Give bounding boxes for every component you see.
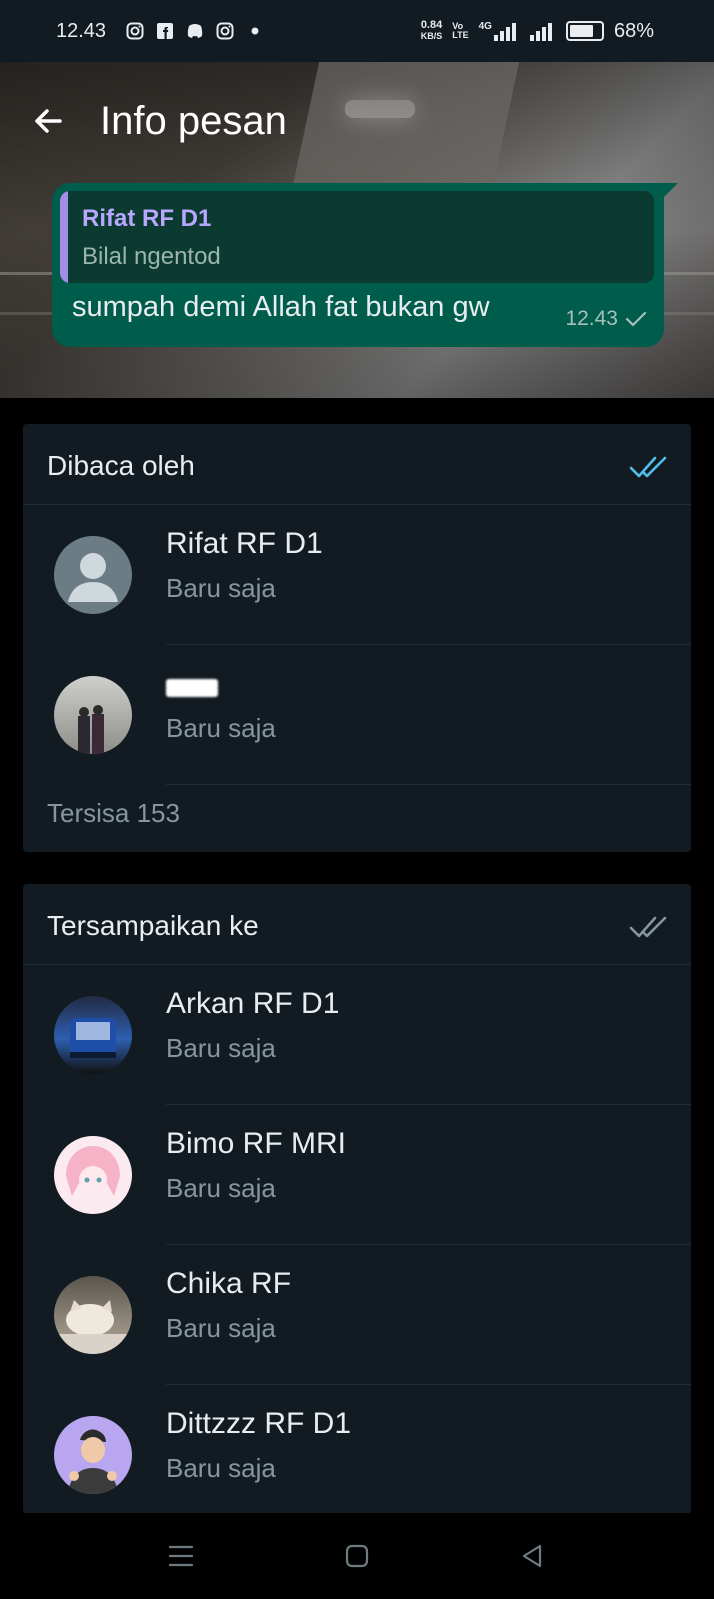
contact-name: Arkan RF D1: [166, 987, 340, 1020]
quoted-message[interactable]: Rifat RF D1 Bilal ngentod: [60, 191, 654, 283]
message-bubble[interactable]: Rifat RF D1 Bilal ngentod sumpah demi Al…: [52, 183, 664, 347]
volte-indicator: Vo LTE: [452, 22, 468, 40]
menu-icon: [168, 1545, 194, 1567]
double-check-blue-icon: [629, 456, 667, 478]
delivered-contact-row[interactable]: Dittzzz RF D1 Baru saja: [23, 1385, 691, 1525]
contact-avatar: [54, 1416, 132, 1494]
redacted-name-mark: [166, 679, 218, 697]
read-by-contact-row[interactable]: Rifat RF D1 Baru saja: [23, 505, 691, 645]
contact-name: Chika RF: [166, 1267, 292, 1300]
delivered-contact-row[interactable]: Chika RF Baru saja: [23, 1245, 691, 1385]
battery-icon: [565, 21, 604, 41]
dot-icon: [251, 27, 259, 35]
delivered-to-title: Tersampaikan ke: [47, 910, 259, 941]
quoted-sender-name: Rifat RF D1: [82, 205, 212, 232]
remaining-count: Tersisa 153: [47, 798, 180, 828]
contact-avatar: [54, 1136, 132, 1214]
signal-bars-icon: [493, 23, 516, 41]
contact-avatar: [54, 676, 132, 754]
menu-button[interactable]: [160, 1535, 202, 1577]
delivered-contact-row[interactable]: Arkan RF D1 Baru saja: [23, 965, 691, 1105]
quote-accent-bar: [60, 191, 68, 283]
message-meta: 12.43: [565, 307, 648, 331]
status-time: 12.43: [56, 19, 107, 42]
contact-name: Bimo RF MRI: [166, 1127, 346, 1160]
net-speed: 0.84 KB/S: [421, 20, 443, 42]
status-bar: 12.43 0.84 KB/S Vo LTE 4G 68%: [0, 0, 714, 62]
signal-4g-icon: 4G: [479, 21, 518, 41]
contact-read-time: Baru saja: [166, 713, 276, 743]
single-check-icon: [625, 311, 647, 327]
instagram-icon: [126, 22, 144, 40]
contact-name: Rifat RF D1: [166, 527, 323, 560]
page-title: Info pesan: [100, 98, 287, 143]
contact-name: [166, 667, 218, 705]
contact-delivered-time: Baru saja: [166, 1033, 276, 1063]
facebook-icon: [157, 23, 174, 39]
volte-bottom: LTE: [452, 30, 469, 40]
message-time: 12.43: [565, 307, 618, 330]
status-right: 0.84 KB/S Vo LTE 4G 68%: [421, 20, 654, 43]
signal-bars-icon: [529, 23, 552, 41]
contact-delivered-time: Baru saja: [166, 1453, 276, 1483]
quoted-text: Bilal ngentod: [82, 243, 221, 270]
read-by-title: Dibaca oleh: [47, 450, 195, 481]
arrow-left-icon: [35, 109, 62, 133]
back-nav-button[interactable]: [511, 1535, 553, 1577]
home-button[interactable]: [336, 1535, 378, 1577]
notification-icons: [126, 22, 264, 40]
read-by-card: Dibaca oleh Rifat RF D1 Baru saja Baru s…: [23, 424, 691, 852]
network-type: 4G: [478, 21, 492, 32]
default-avatar-icon: [54, 536, 132, 614]
bubble-tail: [660, 183, 678, 201]
contact-delivered-time: Baru saja: [166, 1173, 276, 1203]
contact-delivered-time: Baru saja: [166, 1313, 276, 1343]
contact-read-time: Baru saja: [166, 573, 276, 603]
message-text: sumpah demi Allah fat bukan gw: [72, 291, 490, 323]
back-button[interactable]: [22, 95, 74, 147]
discord-icon: [187, 24, 203, 38]
system-navigation-bar: [0, 1513, 714, 1599]
instagram-icon: [216, 22, 234, 40]
contact-avatar: [54, 1276, 132, 1354]
net-speed-unit: KB/S: [420, 31, 443, 41]
home-square-icon: [345, 1544, 369, 1568]
contact-avatar: [54, 996, 132, 1074]
delivered-contact-row[interactable]: Bimo RF MRI Baru saja: [23, 1105, 691, 1245]
back-triangle-icon: [522, 1544, 542, 1568]
net-speed-value: 0.84: [420, 19, 443, 31]
delivered-to-card: Tersampaikan ke Arkan RF D1 Baru saja Bi…: [23, 884, 691, 1514]
contact-name: Dittzzz RF D1: [166, 1407, 352, 1440]
app-bar: Info pesan: [0, 62, 714, 180]
message-info-content: Dibaca oleh Rifat RF D1 Baru saja Baru s…: [0, 398, 714, 1514]
read-by-contact-row[interactable]: Baru saja: [23, 645, 691, 785]
row-divider: [166, 784, 691, 785]
battery-percent: 68%: [613, 19, 654, 42]
double-check-grey-icon: [629, 916, 667, 938]
